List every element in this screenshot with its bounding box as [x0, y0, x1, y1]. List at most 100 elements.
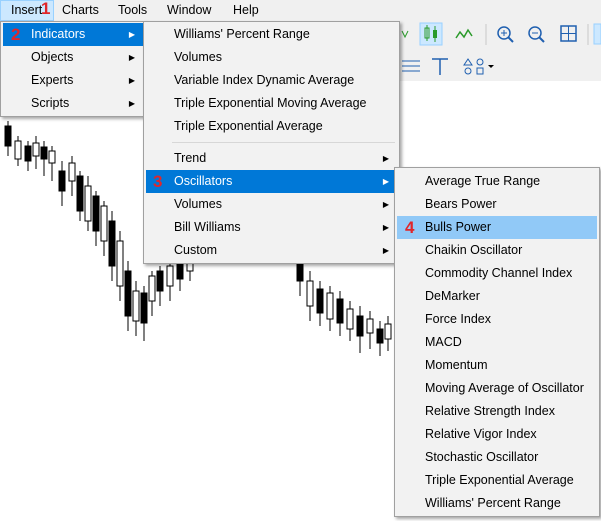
submenu-arrow-icon: ▶: [382, 223, 389, 232]
candle-body: [48, 150, 56, 164]
menu-item-vidya[interactable]: Variable Index Dynamic Average: [146, 69, 397, 92]
submenu-arrow-icon: ▶: [128, 53, 135, 62]
menu-item-oscillator[interactable]: Force Index: [397, 308, 597, 331]
menu-item-label: Volumes: [174, 197, 222, 211]
menu-item-label: Variable Index Dynamic Average: [174, 73, 355, 87]
menu-item-label: Triple Exponential Moving Average: [174, 96, 367, 110]
menu-item-oscillator[interactable]: Commodity Channel Index: [397, 262, 597, 285]
menu-charts[interactable]: Charts: [62, 2, 99, 19]
candle-body: [84, 185, 92, 222]
line-series-icon[interactable]: [455, 28, 473, 39]
menu-item-indicators[interactable]: 2 Indicators ▶: [3, 23, 143, 46]
candle-body: [132, 290, 140, 322]
menu-item-oscillators[interactable]: 3 Oscillators ▶: [146, 170, 397, 193]
candle-body: [24, 145, 32, 162]
menu-item-bill-williams[interactable]: Bill Williams ▶: [146, 216, 397, 239]
zoom-in-icon[interactable]: [497, 26, 514, 43]
horizontal-lines-icon[interactable]: [402, 60, 420, 72]
menu-item-oscillator[interactable]: Relative Vigor Index: [397, 423, 597, 446]
menu-separator: [172, 142, 395, 143]
candle-body: [166, 265, 174, 287]
menu-item-objects[interactable]: Objects ▶: [3, 46, 143, 69]
menu-item-label: Oscillators: [174, 174, 233, 188]
submenu-arrow-icon: ▶: [128, 99, 135, 108]
menu-item-label: Bulls Power: [425, 220, 491, 234]
zoom-out-icon[interactable]: [528, 26, 545, 43]
menu-item-oscillator[interactable]: Bears Power: [397, 193, 597, 216]
menu-item-label: Moving Average of Oscillator: [425, 381, 584, 395]
candle-body: [306, 280, 314, 307]
candle-body: [108, 220, 116, 267]
menu-item-oscillator[interactable]: Average True Range: [397, 170, 597, 193]
menu-item-label: Williams' Percent Range: [174, 27, 310, 41]
candle-body: [100, 205, 108, 242]
menu-item-label: Commodity Channel Index: [425, 266, 573, 280]
menu-item-oscillator[interactable]: Momentum: [397, 354, 597, 377]
text-tool-icon[interactable]: [432, 58, 448, 75]
menu-item-label: Force Index: [425, 312, 492, 326]
step-badge-1: 1: [41, 0, 51, 18]
menu-item-label: Relative Vigor Index: [425, 427, 537, 441]
candlestick-chart-icon[interactable]: [419, 22, 443, 46]
menu-item-oscillator[interactable]: Stochastic Oscillator: [397, 446, 597, 469]
menu-item-trix[interactable]: Triple Exponential Average: [146, 115, 397, 138]
menu-item-tema[interactable]: Triple Exponential Moving Average: [146, 92, 397, 115]
menu-item-williams-percent-range[interactable]: Williams' Percent Range: [146, 23, 397, 46]
menu-item-volumes[interactable]: Volumes: [146, 46, 397, 69]
menu-window[interactable]: Window: [167, 2, 211, 19]
menu-item-experts[interactable]: Experts ▶: [3, 69, 143, 92]
menu-item-volumes-group[interactable]: Volumes ▶: [146, 193, 397, 216]
menu-item-label: DeMarker: [425, 289, 480, 303]
menu-item-label: Volumes: [174, 50, 222, 64]
menu-item-label: Experts: [31, 73, 74, 87]
submenu-arrow-icon: ▶: [128, 30, 135, 39]
candle-body: [14, 140, 22, 160]
menu-item-oscillator[interactable]: Relative Strength Index: [397, 400, 597, 423]
menu-item-oscillator[interactable]: 4 Bulls Power: [397, 216, 597, 239]
menu-item-trend[interactable]: Trend ▶: [146, 147, 397, 170]
step-badge-2: 2: [11, 25, 21, 44]
menu-item-oscillator[interactable]: MACD: [397, 331, 597, 354]
menu-item-oscillator[interactable]: DeMarker: [397, 285, 597, 308]
menu-help[interactable]: Help: [233, 2, 259, 19]
candle-body: [326, 292, 334, 320]
menu-item-label: Triple Exponential Average: [174, 119, 323, 133]
menu-item-label: Trend: [174, 151, 207, 165]
indicators-submenu: Williams' Percent Range Volumes Variable…: [143, 21, 400, 264]
menu-item-oscillator[interactable]: Williams' Percent Range: [397, 492, 597, 515]
submenu-arrow-icon: ▶: [382, 154, 389, 163]
toolbar: [398, 21, 601, 81]
menu-item-label: Objects: [31, 50, 74, 64]
candle-body: [4, 125, 12, 147]
menu-item-oscillator[interactable]: Triple Exponential Average: [397, 469, 597, 492]
submenu-arrow-icon: ▶: [382, 177, 389, 186]
candle-body: [92, 195, 100, 232]
menu-item-label: Chaikin Oscillator: [425, 243, 523, 257]
menu-item-custom[interactable]: Custom ▶: [146, 239, 397, 262]
candle-body: [366, 318, 374, 334]
step-badge-3: 3: [153, 172, 163, 191]
menu-tools[interactable]: Tools: [118, 2, 147, 19]
shapes-icon[interactable]: [463, 58, 494, 75]
menu-item-oscillator[interactable]: Chaikin Oscillator: [397, 239, 597, 262]
menu-item-label: Stochastic Oscillator: [425, 450, 539, 464]
tile-windows-icon[interactable]: [560, 25, 577, 42]
menu-insert-label: Insert: [11, 3, 43, 17]
menu-item-scripts[interactable]: Scripts ▶: [3, 92, 143, 115]
menu-item-oscillator[interactable]: Moving Average of Oscillator: [397, 377, 597, 400]
menu-bar: Insert 1 Charts Tools Window Help: [0, 0, 601, 21]
candle-body: [356, 315, 364, 337]
menu-insert[interactable]: Insert 1: [0, 0, 54, 21]
candle-body: [316, 288, 324, 314]
candle-body: [68, 162, 76, 182]
candle-body: [40, 146, 48, 160]
menu-item-label: Indicators: [31, 27, 86, 41]
menu-item-label: Bears Power: [425, 197, 497, 211]
candle-body: [148, 275, 156, 302]
menu-item-label: Average True Range: [425, 174, 541, 188]
insert-menu: 2 Indicators ▶ Objects ▶ Experts ▶ Scrip…: [0, 21, 146, 117]
candle-body: [76, 175, 84, 212]
line-chart-icon[interactable]: [401, 30, 409, 39]
candle-body: [384, 323, 392, 340]
submenu-arrow-icon: ▶: [128, 76, 135, 85]
